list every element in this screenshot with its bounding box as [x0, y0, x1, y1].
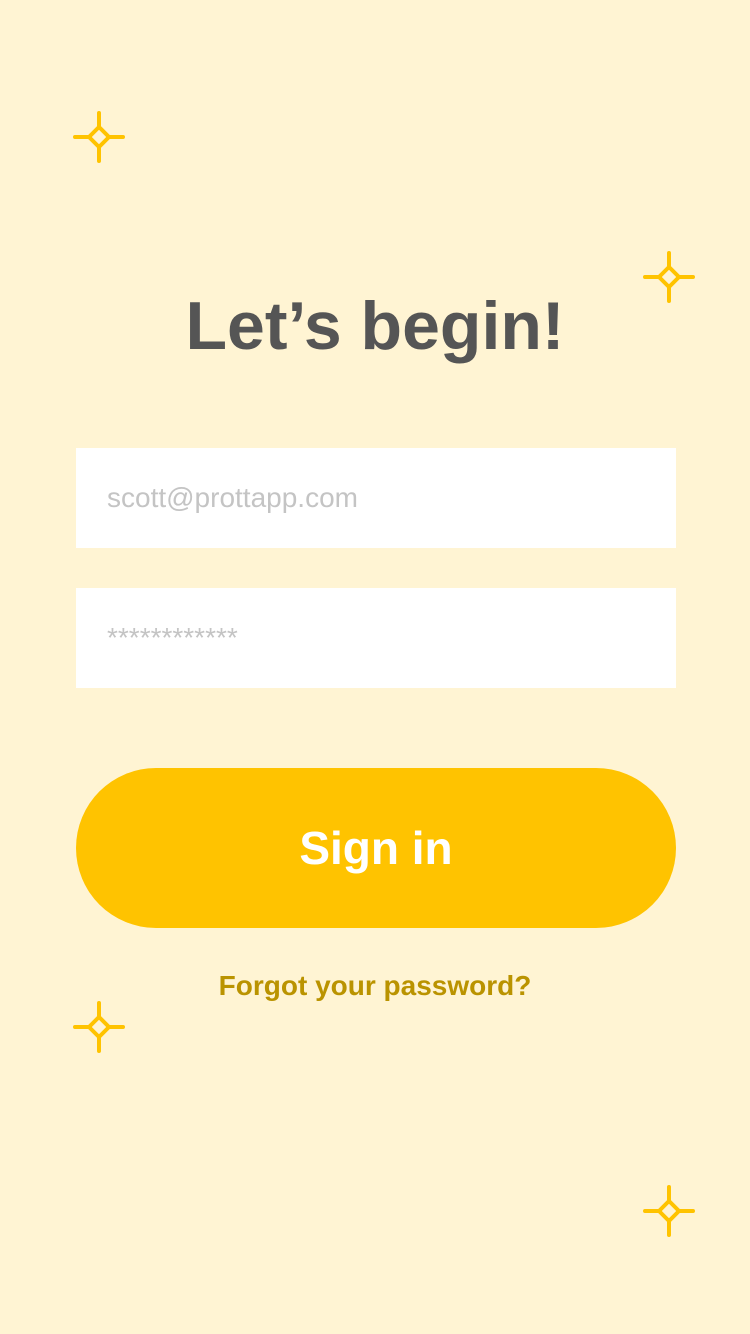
sign-in-button[interactable]: Sign in — [76, 768, 676, 928]
sparkle-icon — [643, 1185, 695, 1237]
email-field[interactable] — [76, 448, 676, 548]
sparkle-icon — [73, 111, 125, 163]
sign-in-button-label: Sign in — [299, 822, 453, 874]
forgot-password-link[interactable]: Forgot your password? — [0, 966, 750, 1006]
sparkle-icon — [73, 1001, 125, 1053]
password-field[interactable] — [76, 588, 676, 688]
page-title: Let’s begin! — [185, 288, 565, 364]
